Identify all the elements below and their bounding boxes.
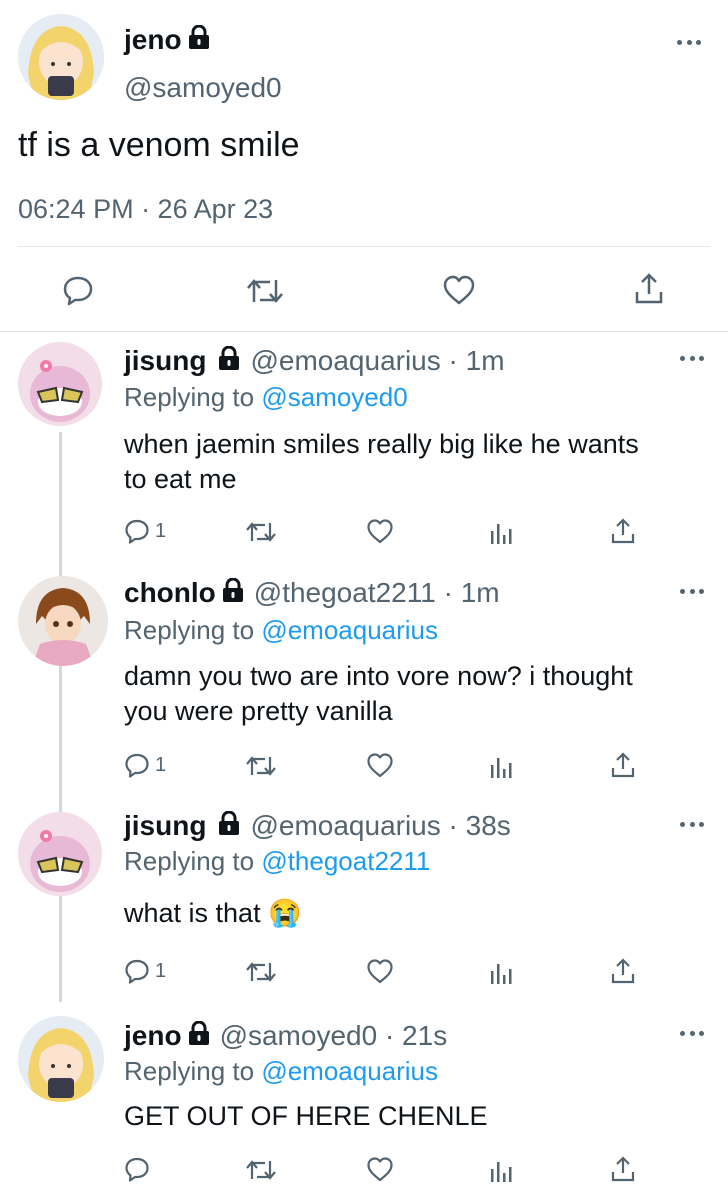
separator [18,246,710,247]
more-icon[interactable] [680,822,704,830]
replying-to: Replying to @emoaquarius [124,1056,439,1086]
share-icon[interactable] [610,1155,636,1183]
reply-icon[interactable]: 1 [124,518,166,544]
avatar[interactable] [18,342,102,426]
replying-to: Replying to @samoyed0 [124,382,408,412]
like-icon[interactable] [366,958,394,984]
lock-icon [218,810,240,842]
replying-to: Replying to @thegoat2211 [124,846,431,876]
retweet-icon[interactable] [246,276,284,306]
timestamp: 06:24 PM · 26 Apr 23 [18,194,274,224]
tweet-text: GET OUT OF HERE CHENLE [124,1101,488,1131]
avatar[interactable] [18,812,102,896]
analytics-icon[interactable] [490,961,512,985]
reply-icon[interactable]: 1 [124,752,166,778]
analytics-icon[interactable] [490,521,512,545]
like-icon[interactable] [366,518,394,544]
display-name[interactable]: jeno [124,24,210,56]
retweet-icon[interactable] [245,1158,277,1182]
avatar[interactable] [18,14,104,100]
more-icon[interactable] [680,356,704,364]
lock-icon [188,24,210,56]
analytics-icon[interactable] [490,755,512,779]
display-name[interactable]: jeno @samoyed0 · 21s [124,1020,447,1052]
tweet-text: tf is a venom smile [18,126,300,164]
tweet-text: when jaemin smiles really big like he wa… [124,429,639,494]
tweet-text: what is that 😭 [124,898,302,928]
user-handle[interactable]: @thegoat2211 · 1m [254,577,500,609]
thread-line [59,432,62,1002]
user-handle[interactable]: @emoaquarius · 1m [250,345,504,377]
retweet-icon[interactable] [245,754,277,778]
analytics-icon[interactable] [490,1159,512,1183]
retweet-icon[interactable] [245,960,277,984]
user-handle[interactable]: @samoyed0 [124,72,282,104]
display-name[interactable]: jisung @emoaquarius · 1m [124,345,505,377]
mention-link[interactable]: @thegoat2211 [261,846,430,876]
avatar[interactable] [18,1016,104,1102]
share-icon[interactable] [634,272,664,306]
mention-link[interactable]: @emoaquarius [261,615,438,645]
display-name[interactable]: jisung @emoaquarius · 38s [124,810,511,842]
more-icon[interactable] [680,589,704,597]
lock-icon [218,345,240,377]
divider [0,331,728,332]
like-icon[interactable] [442,275,476,305]
reply-icon[interactable] [124,1156,155,1182]
reply-icon[interactable] [62,274,94,306]
share-icon[interactable] [610,751,636,779]
user-handle[interactable]: @samoyed0 · 21s [220,1020,448,1052]
avatar[interactable] [18,576,108,666]
mention-link[interactable]: @samoyed0 [261,382,407,412]
like-icon[interactable] [366,1156,394,1182]
lock-icon [222,577,244,609]
retweet-icon[interactable] [245,520,277,544]
more-icon[interactable] [680,1031,704,1039]
replying-to: Replying to @emoaquarius [124,615,439,645]
share-icon[interactable] [610,517,636,545]
mention-link[interactable]: @emoaquarius [261,1056,438,1086]
reply-icon[interactable]: 1 [124,958,166,984]
like-icon[interactable] [366,752,394,778]
share-icon[interactable] [610,957,636,985]
more-icon[interactable] [677,40,701,48]
tweet-text: damn you two are into vore now? i though… [124,661,633,726]
display-name[interactable]: chonlo @thegoat2211 · 1m [124,577,500,609]
lock-icon [188,1020,210,1052]
user-handle[interactable]: @emoaquarius · 38s [250,810,510,842]
